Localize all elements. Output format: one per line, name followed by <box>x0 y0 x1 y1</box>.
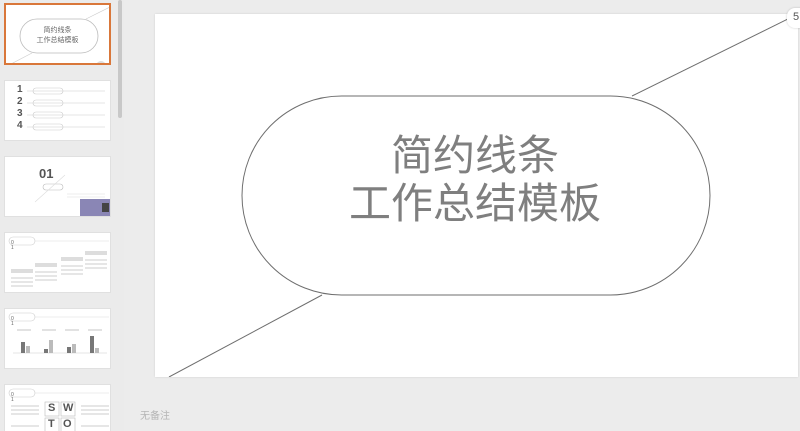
thumb-1-title-line1: 简约线条 <box>43 27 72 34</box>
slide-title-line1[interactable]: 简约线条 <box>310 132 640 180</box>
notes-placeholder[interactable]: 无备注 <box>140 407 170 422</box>
slide-thumbnail-5[interactable]: 0 1 <box>4 308 111 369</box>
thumb-6-letter-s: S <box>48 402 56 414</box>
slide-thumbnail-1[interactable]: 简约线条 工作总结模板 <box>4 3 111 65</box>
thumbnail-scrollbar-thumb[interactable] <box>118 0 122 118</box>
corner-button-label: 5 <box>793 11 800 23</box>
thumb-4-decoration: 0 1 <box>8 236 109 287</box>
thumb-6-letter-w: W <box>63 402 74 414</box>
slide-corner-button[interactable]: 5 <box>787 8 800 28</box>
svg-text:1: 1 <box>11 397 14 403</box>
thumb-1-title-line2: 工作总结模板 <box>36 37 79 44</box>
svg-text:1: 1 <box>11 321 14 327</box>
slide-thumbnail-2[interactable]: 1 2 3 4 <box>4 80 111 141</box>
slide-thumbnail-3[interactable]: 01 <box>4 156 111 217</box>
thumb-6-letter-t: T <box>48 418 55 430</box>
thumb-5-mini-bar-chart: 0 1 <box>8 312 109 354</box>
slide-canvas[interactable]: 简约线条 工作总结模板 <box>155 14 798 377</box>
thumb-1-badge <box>96 61 106 63</box>
svg-text:1: 1 <box>11 245 14 251</box>
slide-title-line2[interactable]: 工作总结模板 <box>310 180 640 228</box>
thumb-6-decoration: 0 1 <box>8 388 109 431</box>
thumb-6-letter-o: O <box>63 418 72 430</box>
slide-thumbnail-panel: 简约线条 工作总结模板 1 2 3 4 01 0 1 0 1 0 1 S W T… <box>0 0 124 431</box>
thumb-2-lines <box>27 87 105 131</box>
thumb-3-decoration <box>34 174 110 216</box>
slide-thumbnail-4[interactable]: 0 1 <box>4 232 111 293</box>
slide-thumbnail-6[interactable]: 0 1 S W T O <box>4 384 111 431</box>
